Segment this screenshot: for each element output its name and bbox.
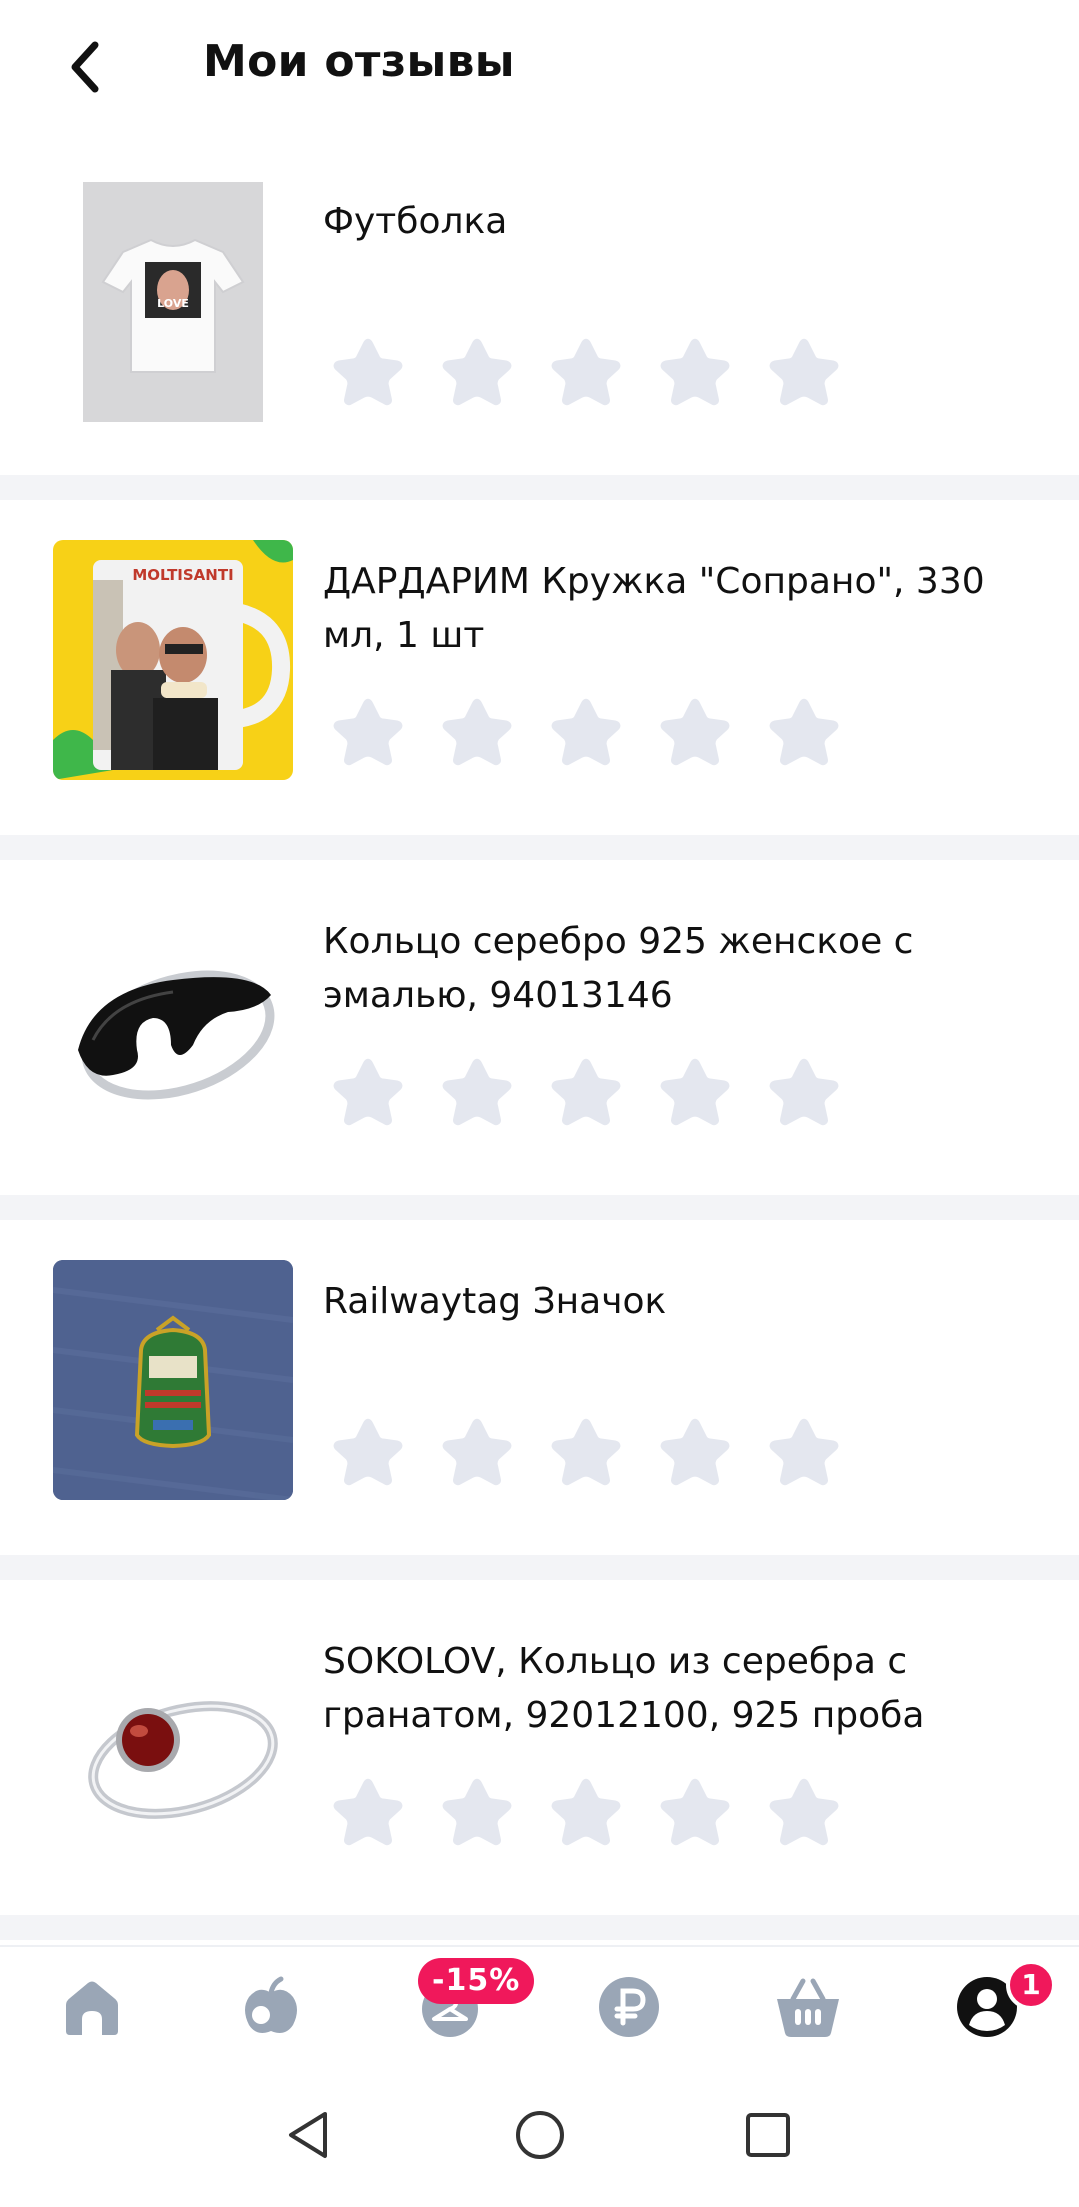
review-card[interactable]: Railwaytag Значок <box>0 1220 1079 1555</box>
system-nav-bar <box>0 2065 1079 2207</box>
star-icon[interactable] <box>548 1773 624 1849</box>
rating-stars[interactable] <box>330 1413 842 1489</box>
separator <box>0 1555 1079 1580</box>
star-icon[interactable] <box>330 693 406 769</box>
product-name: ДАРДАРИМ Кружка "Сопрано", 330 мл, 1 шт <box>323 561 985 656</box>
basket-icon <box>777 1978 839 2037</box>
square-recents-icon <box>746 2113 790 2157</box>
star-icon[interactable] <box>657 1053 733 1129</box>
tshirt-print-label: LOVE <box>157 297 189 310</box>
star-icon[interactable] <box>330 1773 406 1849</box>
system-back-button[interactable] <box>278 2105 338 2165</box>
review-card[interactable]: SOKOLOV, Кольцо из серебра с гранатом, 9… <box>0 1580 1079 1915</box>
star-icon[interactable] <box>330 1413 406 1489</box>
ruble-icon <box>599 1977 659 2037</box>
apple-icon <box>245 1976 297 2033</box>
nav-finance[interactable] <box>589 1967 669 2047</box>
product-name: Кольцо серебро 925 женское с эмалью, 940… <box>323 921 914 1016</box>
rating-stars[interactable] <box>330 333 842 409</box>
rating-stars[interactable] <box>330 1053 842 1129</box>
product-image-train-pin[interactable] <box>53 1260 293 1500</box>
review-card[interactable]: Кольцо серебро 925 женское с эмалью, 940… <box>0 860 1079 1195</box>
nav-home[interactable] <box>52 1967 132 2047</box>
star-icon[interactable] <box>439 1773 515 1849</box>
product-image-garnet-ring[interactable] <box>53 1620 293 1860</box>
star-icon[interactable] <box>439 693 515 769</box>
star-icon[interactable] <box>548 693 624 769</box>
notification-badge: 1 <box>1006 1960 1056 2010</box>
system-recents-button[interactable] <box>738 2105 798 2165</box>
separator <box>0 835 1079 860</box>
discount-badge: -15% <box>418 1958 535 2004</box>
star-icon[interactable] <box>439 333 515 409</box>
product-name: Railwaytag Значок <box>323 1281 667 1322</box>
rating-stars[interactable] <box>330 1773 842 1849</box>
star-icon[interactable] <box>766 1773 842 1849</box>
review-card[interactable]: MOLTISANTI ДАРДАРИМ Кружка "Сопрано", 33… <box>0 500 1079 835</box>
star-icon[interactable] <box>657 1413 733 1489</box>
star-icon[interactable] <box>657 693 733 769</box>
nav-fresh[interactable] <box>231 1967 311 2047</box>
chevron-left-icon <box>71 41 99 93</box>
star-icon[interactable] <box>548 1053 624 1129</box>
triangle-back-icon <box>289 2112 327 2158</box>
star-icon[interactable] <box>548 333 624 409</box>
product-name: Футболка <box>323 201 508 242</box>
star-icon[interactable] <box>330 1053 406 1129</box>
system-home-button[interactable] <box>510 2105 570 2165</box>
circle-home-icon <box>516 2111 564 2159</box>
home-icon <box>66 1981 118 2035</box>
separator <box>0 1195 1079 1220</box>
star-icon[interactable] <box>657 1773 733 1849</box>
mug-print-label: MOLTISANTI <box>132 566 233 584</box>
product-image-mug[interactable]: MOLTISANTI <box>53 540 293 780</box>
star-icon[interactable] <box>766 1053 842 1129</box>
star-icon[interactable] <box>657 333 733 409</box>
bottom-nav <box>0 1945 1079 2065</box>
star-icon[interactable] <box>439 1053 515 1129</box>
product-image-tshirt[interactable]: LOVE <box>83 182 263 422</box>
star-icon[interactable] <box>330 333 406 409</box>
star-icon[interactable] <box>439 1413 515 1489</box>
star-icon[interactable] <box>766 693 842 769</box>
header: Мои отзывы <box>0 0 1079 140</box>
review-card[interactable]: LOVE Футболка <box>0 140 1079 475</box>
star-icon[interactable] <box>766 1413 842 1489</box>
review-list: LOVE Футболка MOLTISANTI ДАРДАРИМ Кружка… <box>0 140 1079 1940</box>
separator <box>0 475 1079 500</box>
product-name: SOKOLOV, Кольцо из серебра с гранатом, 9… <box>323 1641 925 1736</box>
rating-stars[interactable] <box>330 693 842 769</box>
product-image-enamel-ring[interactable] <box>53 900 293 1140</box>
nav-cart[interactable] <box>768 1967 848 2047</box>
star-icon[interactable] <box>766 333 842 409</box>
star-icon[interactable] <box>548 1413 624 1489</box>
back-button[interactable] <box>50 32 120 102</box>
page-title: Мои отзывы <box>203 36 515 87</box>
separator <box>0 1915 1079 1940</box>
